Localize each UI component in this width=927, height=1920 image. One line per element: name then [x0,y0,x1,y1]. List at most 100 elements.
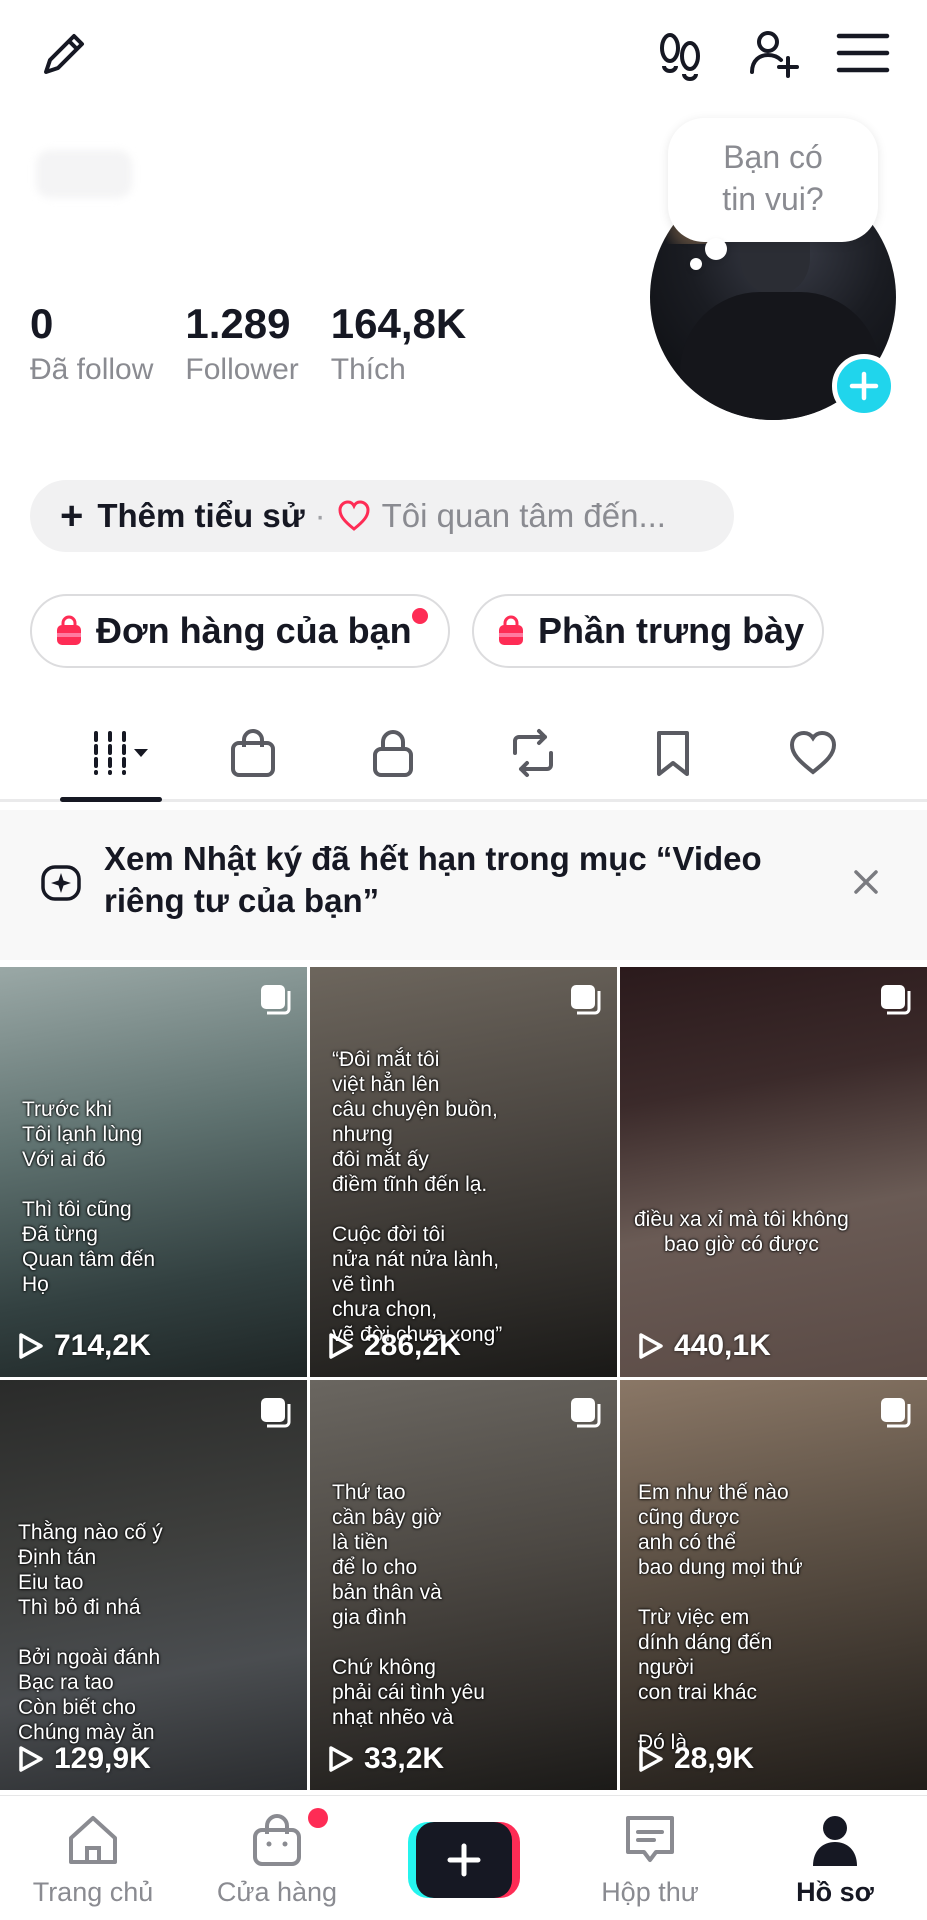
video-thumbnail[interactable]: Em như thế nào cũng được anh có thể bao … [620,1380,927,1790]
view-count-text: 33,2K [364,1742,445,1775]
nav-shop[interactable]: Cửa hàng [192,1810,362,1908]
following-count: 0 [30,300,54,347]
bio-pill[interactable]: + Thêm tiểu sử · Tôi quan tâm đến... [30,480,734,552]
tab-favorites[interactable] [638,718,708,788]
plus-icon [447,1843,481,1877]
tab-private[interactable] [358,718,428,788]
video-caption: Em như thế nào cũng được anh có thể bao … [638,1481,803,1754]
home-icon [69,1816,117,1864]
bubble-line-1: Bạn có [723,139,823,175]
add-bio-label[interactable]: Thêm tiểu sử [97,497,304,535]
view-count: 33,2K [328,1742,444,1776]
top-bar [0,0,927,110]
nav-profile-label: Hồ sơ [796,1877,874,1907]
video-caption: Thứ tao cần bây giờ là tiền để lo cho bả… [332,1481,485,1729]
status-bubble[interactable]: Bạn có tin vui? [668,118,878,242]
orders-button[interactable]: Đơn hàng của bạn [30,594,450,668]
add-user-icon [750,31,799,78]
video-caption: “Đôi mắt tôi việt hẳn lên câu chuyện buồ… [332,1048,503,1346]
view-count: 714,2K [18,1329,151,1363]
view-count: 286,2K [328,1329,461,1363]
bottom-nav: Trang chủ Cửa hàng Hộp thư Hồ sơ [0,1795,927,1920]
blurred-username [36,150,132,198]
multi-photo-icon [261,985,291,1015]
view-count-text: 440,1K [674,1329,771,1362]
nav-home-label: Trang chủ [32,1877,154,1907]
followers-count: 1.289 [185,300,291,347]
view-count-text: 129,9K [54,1742,151,1775]
add-story-button[interactable] [832,354,896,418]
bubble-line-2: tin vui? [722,181,824,217]
shopping-bag-outline-icon [231,729,275,777]
video-caption: điều xa xỉ mà tôi không bao giờ có được [634,1208,849,1256]
close-icon[interactable] [848,864,884,900]
create-button-face [416,1822,512,1898]
multi-photo-icon [571,985,601,1015]
interests-label[interactable]: Tôi quan tâm đến... [382,497,666,535]
grid-videos-icon [94,731,148,775]
active-tab-indicator [60,797,162,802]
video-thumbnail[interactable]: Thứ tao cần bây giờ là tiền để lo cho bả… [310,1380,617,1790]
following-label: Đã follow [30,353,154,386]
heart-outline-icon [789,730,837,775]
play-icon [639,1333,663,1359]
hamburger-icon [836,33,890,73]
multi-photo-icon [261,1398,291,1428]
nav-inbox-label: Hộp thư [601,1877,699,1907]
lock-icon [373,730,413,777]
footprints-button[interactable] [650,24,710,84]
play-icon [19,1746,43,1772]
nav-home[interactable]: Trang chủ [8,1810,178,1908]
video-thumbnail[interactable]: Thằng nào cố ý Định tán Eiu tao Thì bỏ đ… [0,1380,307,1790]
view-count: 28,9K [638,1742,754,1776]
showcase-button[interactable]: Phần trưng bày [472,594,824,668]
multi-photo-icon [881,985,911,1015]
video-thumbnail[interactable]: “Đôi mắt tôi việt hẳn lên câu chuyện buồ… [310,967,617,1377]
shopping-bag-icon [499,615,523,645]
video-thumbnail[interactable]: điều xa xỉ mà tôi không bao giờ có được … [620,967,927,1377]
followers-stat[interactable]: 1.289 Follower [185,300,298,392]
shopping-bag-outline-icon [253,1814,301,1866]
tab-shop[interactable] [218,718,288,788]
view-count: 440,1K [638,1329,771,1363]
menu-button[interactable] [833,24,893,84]
nav-shop-label: Cửa hàng [216,1877,338,1907]
view-count-text: 286,2K [364,1329,461,1362]
following-stat[interactable]: 0 Đã follow [30,300,153,392]
tab-liked[interactable] [778,718,848,788]
nav-inbox[interactable]: Hộp thư [565,1810,735,1908]
expired-stories-banner[interactable]: Xem Nhật ký đã hết hạn trong mục “Video … [0,810,927,960]
notification-dot [412,608,428,624]
tab-videos[interactable] [80,718,160,788]
add-friend-button[interactable] [744,24,804,84]
view-count-text: 28,9K [674,1742,755,1775]
heart-outline-icon [338,500,370,531]
shopping-bag-icon [57,615,81,645]
showcase-label: Phần trưng bày [538,610,805,651]
multi-photo-icon [881,1398,911,1428]
tab-reposts[interactable] [498,718,568,788]
inbox-icon [626,1816,674,1862]
plus-icon: + [60,494,84,538]
shop-notification-dot [308,1808,328,1828]
likes-label: Thích [330,353,406,386]
footprints-icon [660,33,700,81]
bubble-tail-dot-small [690,258,702,270]
profile-stats: 0 Đã follow 1.289 Follower 164,8K Thích [30,300,498,392]
sparkle-icon [41,865,81,901]
orders-label: Đơn hàng của bạn [96,610,412,651]
video-thumbnail[interactable]: Trước khi Tôi lạnh lùng Với ai đó Thì tô… [0,967,307,1377]
create-button[interactable] [408,1822,520,1898]
profile-tabs [0,708,927,802]
play-icon [329,1746,353,1772]
play-icon [19,1333,43,1359]
edit-profile-button[interactable] [34,24,94,84]
view-count-text: 714,2K [54,1329,151,1362]
followers-label: Follower [185,353,299,386]
repost-icon [513,729,553,777]
bio-separator: · [314,497,326,534]
view-count: 129,9K [18,1742,151,1776]
video-caption: Trước khi Tôi lạnh lùng Với ai đó Thì tô… [22,1098,156,1296]
likes-stat[interactable]: 164,8K Thích [331,300,466,392]
nav-profile[interactable]: Hồ sơ [750,1810,920,1908]
